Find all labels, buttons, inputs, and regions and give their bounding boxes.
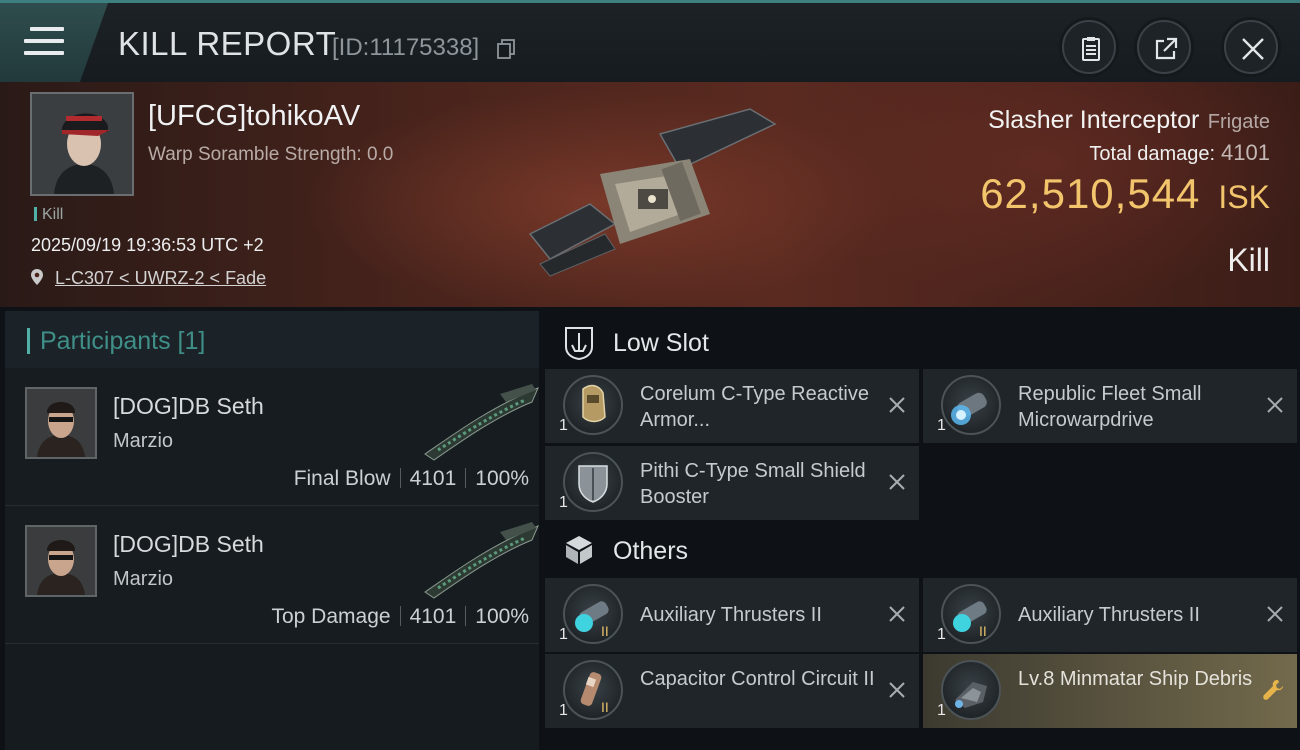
destroyed-x-icon bbox=[1267, 606, 1283, 622]
module-slot[interactable]: II 1 Auxiliary Thrusters II bbox=[923, 578, 1297, 652]
module-slot[interactable]: II 1 Capacitor Control Circuit II bbox=[545, 654, 919, 728]
capacitor-rig-icon: II bbox=[563, 660, 623, 720]
ship-line: Slasher Interceptor Frigate bbox=[988, 106, 1270, 135]
clipboard-button[interactable] bbox=[1062, 20, 1116, 74]
victim-avatar[interactable] bbox=[30, 92, 134, 196]
module-name: Capacitor Control Circuit II bbox=[640, 668, 875, 690]
participant-corp: Marzio bbox=[113, 568, 174, 590]
destroyed-x-icon bbox=[889, 606, 905, 622]
participant-name[interactable]: [DOG]DB Seth bbox=[113, 531, 264, 558]
others-title: Others bbox=[613, 537, 689, 565]
low-slot-icon bbox=[565, 327, 593, 361]
copy-icon[interactable] bbox=[497, 39, 515, 59]
module-quantity: 1 bbox=[937, 702, 946, 719]
module-quantity: 1 bbox=[559, 494, 568, 511]
isk-amount: 62,510,544 bbox=[980, 170, 1201, 217]
kill-tag: Kill bbox=[34, 206, 63, 224]
total-damage: Total damage: 4101 bbox=[1089, 140, 1270, 166]
destroyed-x-icon bbox=[1267, 397, 1283, 413]
header-bar: KILL REPORT [ID:11175338] bbox=[0, 0, 1300, 82]
thruster-rig-icon: II bbox=[941, 584, 1001, 644]
module-quantity: 1 bbox=[559, 626, 568, 643]
destroyed-x-icon bbox=[889, 397, 905, 413]
module-slot[interactable]: 1 Republic Fleet Small Microwarpdrive bbox=[923, 369, 1297, 443]
participants-panel: Participants [1] [DOG]DB Seth Marzio Fin… bbox=[5, 311, 539, 750]
ship-debris-icon bbox=[941, 660, 1001, 720]
participants-title: Participants [1] bbox=[40, 327, 206, 355]
module-name: Lv.8 Minmatar Ship Debris bbox=[1018, 668, 1253, 690]
module-name: Auxiliary Thrusters II bbox=[1018, 604, 1200, 626]
location-link[interactable]: L-C307 < UWRZ-2 < Fade bbox=[55, 268, 266, 288]
page-title: KILL REPORT bbox=[118, 25, 337, 62]
clipboard-icon bbox=[1082, 37, 1100, 61]
module-quantity: 1 bbox=[937, 417, 946, 434]
armor-hardener-icon bbox=[563, 375, 623, 435]
destroyed-x-icon bbox=[889, 474, 905, 490]
module-name: Pithi C-Type Small Shield Booster bbox=[640, 460, 866, 508]
module-slot[interactable]: 1 Pithi C-Type Small Shield Booster bbox=[545, 446, 919, 520]
svg-text:II: II bbox=[979, 623, 987, 639]
share-button[interactable] bbox=[1137, 20, 1191, 74]
share-icon bbox=[1155, 37, 1178, 60]
participant-damage: 4101 bbox=[409, 467, 457, 490]
module-slot-dropped[interactable]: 1 Lv.8 Minmatar Ship Debris bbox=[923, 654, 1297, 728]
destroyed-x-icon bbox=[889, 682, 905, 698]
isk-value: 62,510,544 ISK bbox=[980, 170, 1270, 218]
kill-timestamp: 2025/09/19 19:36:53 UTC +2 bbox=[31, 235, 264, 255]
victim-banner: [UFCG]tohikoAV Warp Soramble Strength: 0… bbox=[0, 82, 1300, 307]
victim-ship-image bbox=[528, 108, 777, 277]
low-slot-header: Low Slot bbox=[545, 313, 1300, 373]
module-name: Auxiliary Thrusters II bbox=[640, 604, 822, 626]
cargo-box-icon bbox=[566, 536, 592, 564]
others-header: Others bbox=[545, 521, 1300, 581]
ship-name[interactable]: Slasher Interceptor bbox=[988, 106, 1199, 134]
isk-unit: ISK bbox=[1218, 179, 1270, 215]
svg-text:II: II bbox=[601, 623, 609, 639]
total-damage-label: Total damage: bbox=[1089, 143, 1216, 165]
thruster-rig-icon: II bbox=[563, 584, 623, 644]
report-id: [ID:11175338] bbox=[332, 34, 480, 61]
participant-row[interactable]: [DOG]DB Seth Marzio Final Blow 4101 100% bbox=[5, 368, 539, 506]
microwarpdrive-icon bbox=[941, 375, 1001, 435]
module-quantity: 1 bbox=[937, 626, 946, 643]
module-name: Republic Fleet Small Microwarpdrive bbox=[1018, 383, 1202, 431]
participant-avatar[interactable] bbox=[25, 387, 97, 459]
participant-damage: 4101 bbox=[409, 605, 457, 628]
participant-percent: 100% bbox=[475, 605, 529, 628]
participant-percent: 100% bbox=[475, 467, 529, 490]
warp-scramble-strength: Warp Soramble Strength: 0.0 bbox=[148, 144, 394, 165]
ship-class: Frigate bbox=[1207, 111, 1270, 133]
participant-ship-image bbox=[424, 522, 539, 599]
module-quantity: 1 bbox=[559, 702, 568, 719]
location-pin-icon bbox=[31, 269, 43, 285]
low-slot-title: Low Slot bbox=[613, 329, 709, 357]
result-label: Kill bbox=[1227, 242, 1270, 278]
participants-header: Participants [1] bbox=[5, 311, 539, 368]
participant-stats: Final Blow 4101 100% bbox=[294, 467, 529, 491]
participant-row[interactable]: [DOG]DB Seth Marzio Top Damage 4101 100% bbox=[5, 506, 539, 644]
close-button[interactable] bbox=[1224, 20, 1278, 74]
module-name: Corelum C-Type Reactive Armor... bbox=[640, 383, 869, 431]
participant-ship-image bbox=[424, 384, 539, 461]
total-damage-value: 4101 bbox=[1221, 140, 1270, 165]
participant-role: Top Damage bbox=[271, 605, 391, 628]
module-slot[interactable]: II 1 Auxiliary Thrusters II bbox=[545, 578, 919, 652]
module-slot[interactable]: 1 Corelum C-Type Reactive Armor... bbox=[545, 369, 919, 443]
menu-tab[interactable] bbox=[0, 3, 108, 82]
participant-name[interactable]: [DOG]DB Seth bbox=[113, 393, 264, 420]
participant-corp: Marzio bbox=[113, 430, 174, 452]
shield-booster-icon bbox=[563, 452, 623, 512]
participant-role: Final Blow bbox=[293, 467, 391, 490]
kill-location[interactable]: L-C307 < UWRZ-2 < Fade bbox=[30, 268, 266, 289]
victim-name[interactable]: [UFCG]tohikoAV bbox=[148, 100, 360, 133]
participant-avatar[interactable] bbox=[25, 525, 97, 597]
svg-text:II: II bbox=[601, 699, 609, 715]
participant-stats: Top Damage 4101 100% bbox=[271, 605, 529, 629]
module-quantity: 1 bbox=[559, 417, 568, 434]
menu-icon[interactable] bbox=[24, 27, 64, 57]
wrench-icon[interactable] bbox=[1261, 678, 1285, 702]
close-icon bbox=[1242, 38, 1264, 60]
